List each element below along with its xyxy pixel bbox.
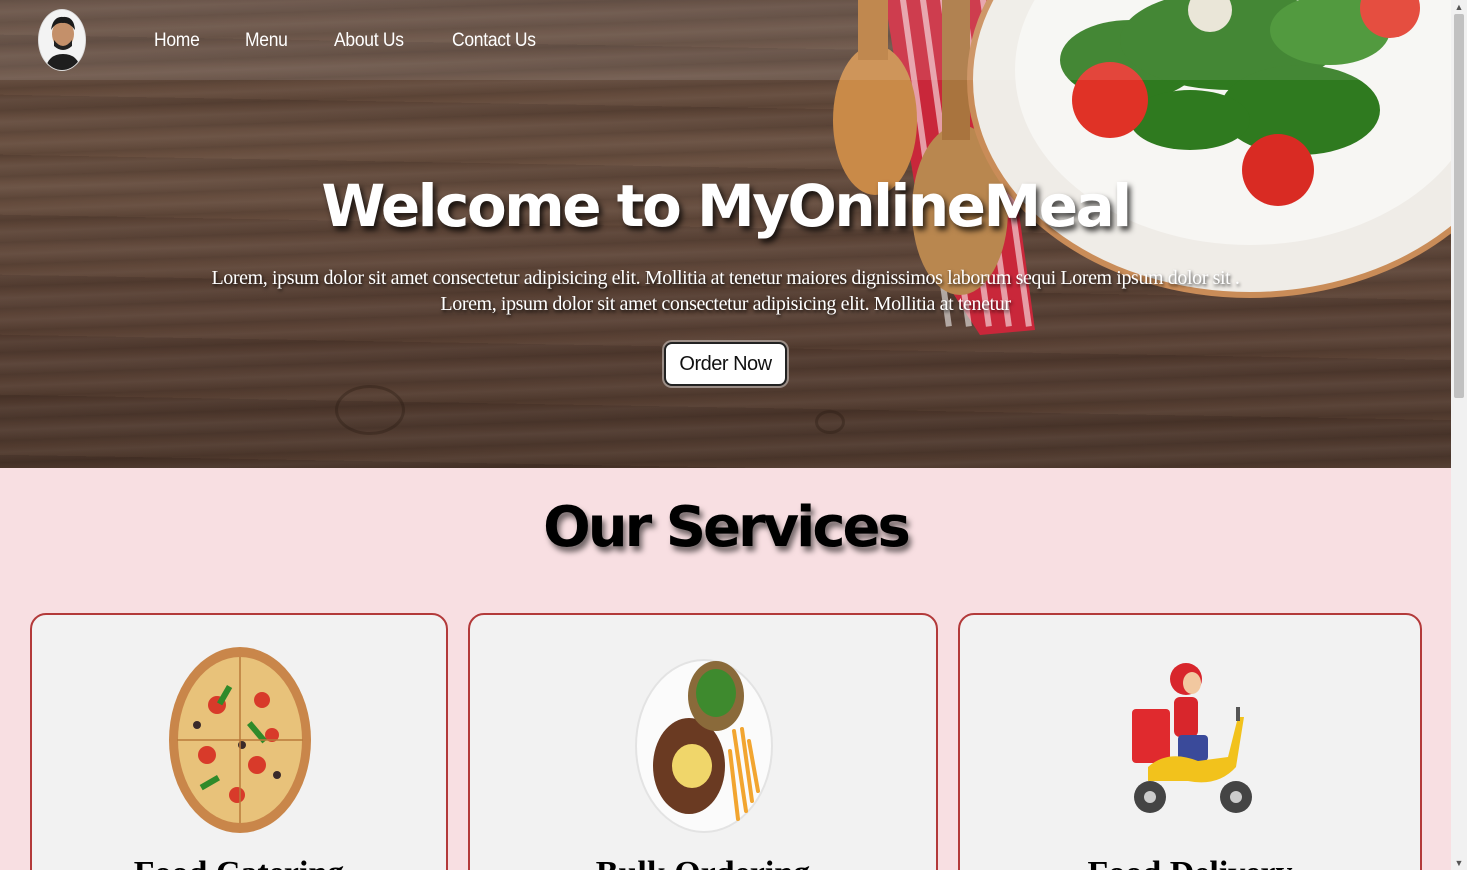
- main-nav: Home Menu About Us Contact Us: [154, 30, 543, 52]
- nav-link-contact-us[interactable]: Contact Us: [452, 30, 536, 52]
- hero-subtitle-line-1: Lorem, ipsum dolor sit amet consectetur …: [211, 267, 1240, 289]
- hero-title: Welcome to MyOnlineMeal: [321, 172, 1132, 240]
- wood-knot-decoration: [815, 410, 845, 434]
- order-now-button[interactable]: Order Now: [664, 342, 787, 386]
- person-avatar-icon: [39, 10, 85, 70]
- delivery-scooter-image: [1132, 663, 1252, 813]
- scroll-down-arrow-icon[interactable]: ▼: [1451, 856, 1467, 870]
- scroll-up-arrow-icon[interactable]: ▲: [1451, 0, 1467, 14]
- scrollbar-thumb[interactable]: [1454, 14, 1464, 398]
- nav-link-about-us[interactable]: About Us: [334, 30, 404, 52]
- hero-subtitle-line-2: Lorem, ipsum dolor sit amet consectetur …: [440, 293, 1011, 315]
- hero-subtitle: Lorem, ipsum dolor sit amet consectetur …: [0, 265, 1451, 317]
- pizza-image: [169, 647, 311, 833]
- service-card-title: Food Catering: [32, 855, 446, 870]
- service-card-title: Bulk Ordering: [470, 855, 936, 870]
- service-card-title: Food Delivery: [960, 855, 1420, 870]
- services-title: Our Services: [543, 495, 911, 560]
- nav-link-home[interactable]: Home: [154, 30, 200, 52]
- service-card-bulk-ordering[interactable]: Bulk Ordering: [468, 613, 938, 870]
- steak-plate-image: [635, 659, 773, 833]
- wood-knot-decoration: [335, 385, 405, 435]
- hero-section: Home Menu About Us Contact Us Welcome to…: [0, 0, 1451, 468]
- nav-link-menu[interactable]: Menu: [245, 30, 288, 52]
- vertical-scrollbar[interactable]: ▲ ▼: [1451, 0, 1467, 870]
- service-card-food-delivery[interactable]: Food Delivery: [958, 613, 1422, 870]
- profile-avatar[interactable]: [38, 9, 86, 71]
- service-card-food-catering[interactable]: Food Catering: [30, 613, 448, 870]
